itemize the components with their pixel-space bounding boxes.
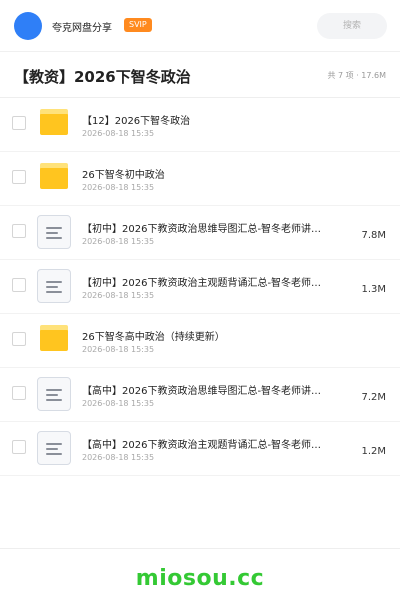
select-checkbox[interactable] bbox=[12, 170, 26, 184]
file-name: 26下智冬初中政治 bbox=[82, 170, 165, 181]
share-name: 夸克网盘分享 bbox=[52, 23, 112, 34]
folder-icon bbox=[40, 109, 68, 135]
folder-header: 【教资】2026下智冬政治 共 7 项 · 17.6M bbox=[0, 52, 400, 98]
list-item[interactable]: 【高中】2026下教资政治思维导图汇总-智冬老师讲… 2026-08-18 15:… bbox=[0, 368, 400, 422]
file-list: 【12】2026下智冬政治 2026-08-18 15:35 26下智冬初中政治 20… bbox=[0, 98, 400, 476]
file-name: 【12】2026下智冬政治 bbox=[82, 116, 191, 127]
file-date: 2026-08-18 15:35 bbox=[82, 237, 155, 246]
select-checkbox[interactable] bbox=[12, 332, 26, 346]
footer: miosou.cc bbox=[0, 548, 400, 600]
document-icon bbox=[37, 269, 71, 303]
select-checkbox[interactable] bbox=[12, 386, 26, 400]
file-name: 【初中】2026下教资政治主观题背诵汇总-智冬老师… bbox=[82, 278, 322, 289]
list-item[interactable]: 【12】2026下智冬政治 2026-08-18 15:35 bbox=[0, 98, 400, 152]
file-size: 1.3M bbox=[361, 284, 386, 295]
file-name: 26下智冬高中政治（持续更新） bbox=[82, 332, 225, 343]
file-date: 2026-08-18 15:35 bbox=[82, 183, 155, 192]
file-name: 【高中】2026下教资政治主观题背诵汇总-智冬老师… bbox=[82, 440, 322, 451]
file-date: 2026-08-18 15:35 bbox=[82, 291, 155, 300]
document-icon bbox=[37, 377, 71, 411]
list-item[interactable]: 【初中】2026下教资政治思维导图汇总-智冬老师讲… 2026-08-18 15:… bbox=[0, 206, 400, 260]
document-icon bbox=[37, 431, 71, 465]
file-size: 7.2M bbox=[361, 392, 386, 403]
folder-icon bbox=[40, 325, 68, 351]
search-input[interactable]: 搜索 bbox=[317, 13, 387, 39]
site-watermark: miosou.cc bbox=[135, 566, 265, 591]
avatar[interactable] bbox=[14, 12, 42, 40]
folder-icon bbox=[40, 163, 68, 189]
select-checkbox[interactable] bbox=[12, 224, 26, 238]
file-name: 【高中】2026下教资政治思维导图汇总-智冬老师讲… bbox=[82, 386, 322, 397]
page-title: 【教资】2026下智冬政治 bbox=[14, 68, 191, 86]
file-date: 2026-08-18 15:35 bbox=[82, 129, 155, 138]
list-item[interactable]: 26下智冬初中政治 2026-08-18 15:35 bbox=[0, 152, 400, 206]
select-checkbox[interactable] bbox=[12, 440, 26, 454]
file-date: 2026-08-18 15:35 bbox=[82, 453, 155, 462]
file-name: 【初中】2026下教资政治思维导图汇总-智冬老师讲… bbox=[82, 224, 322, 235]
list-item[interactable]: 26下智冬高中政治（持续更新） 2026-08-18 15:35 bbox=[0, 314, 400, 368]
list-item[interactable]: 【初中】2026下教资政治主观题背诵汇总-智冬老师… 2026-08-18 15:… bbox=[0, 260, 400, 314]
list-item[interactable]: 【高中】2026下教资政治主观题背诵汇总-智冬老师… 2026-08-18 15:… bbox=[0, 422, 400, 476]
document-icon bbox=[37, 215, 71, 249]
file-date: 2026-08-18 15:35 bbox=[82, 345, 155, 354]
select-checkbox[interactable] bbox=[12, 116, 26, 130]
select-checkbox[interactable] bbox=[12, 278, 26, 292]
file-size: 7.8M bbox=[361, 230, 386, 241]
file-date: 2026-08-18 15:35 bbox=[82, 399, 155, 408]
header-bar: 夸克网盘分享 SVIP 搜索 bbox=[0, 0, 400, 52]
folder-meta: 共 7 项 · 17.6M bbox=[327, 71, 386, 80]
svip-badge: SVIP bbox=[124, 18, 152, 32]
file-size: 1.2M bbox=[361, 446, 386, 457]
